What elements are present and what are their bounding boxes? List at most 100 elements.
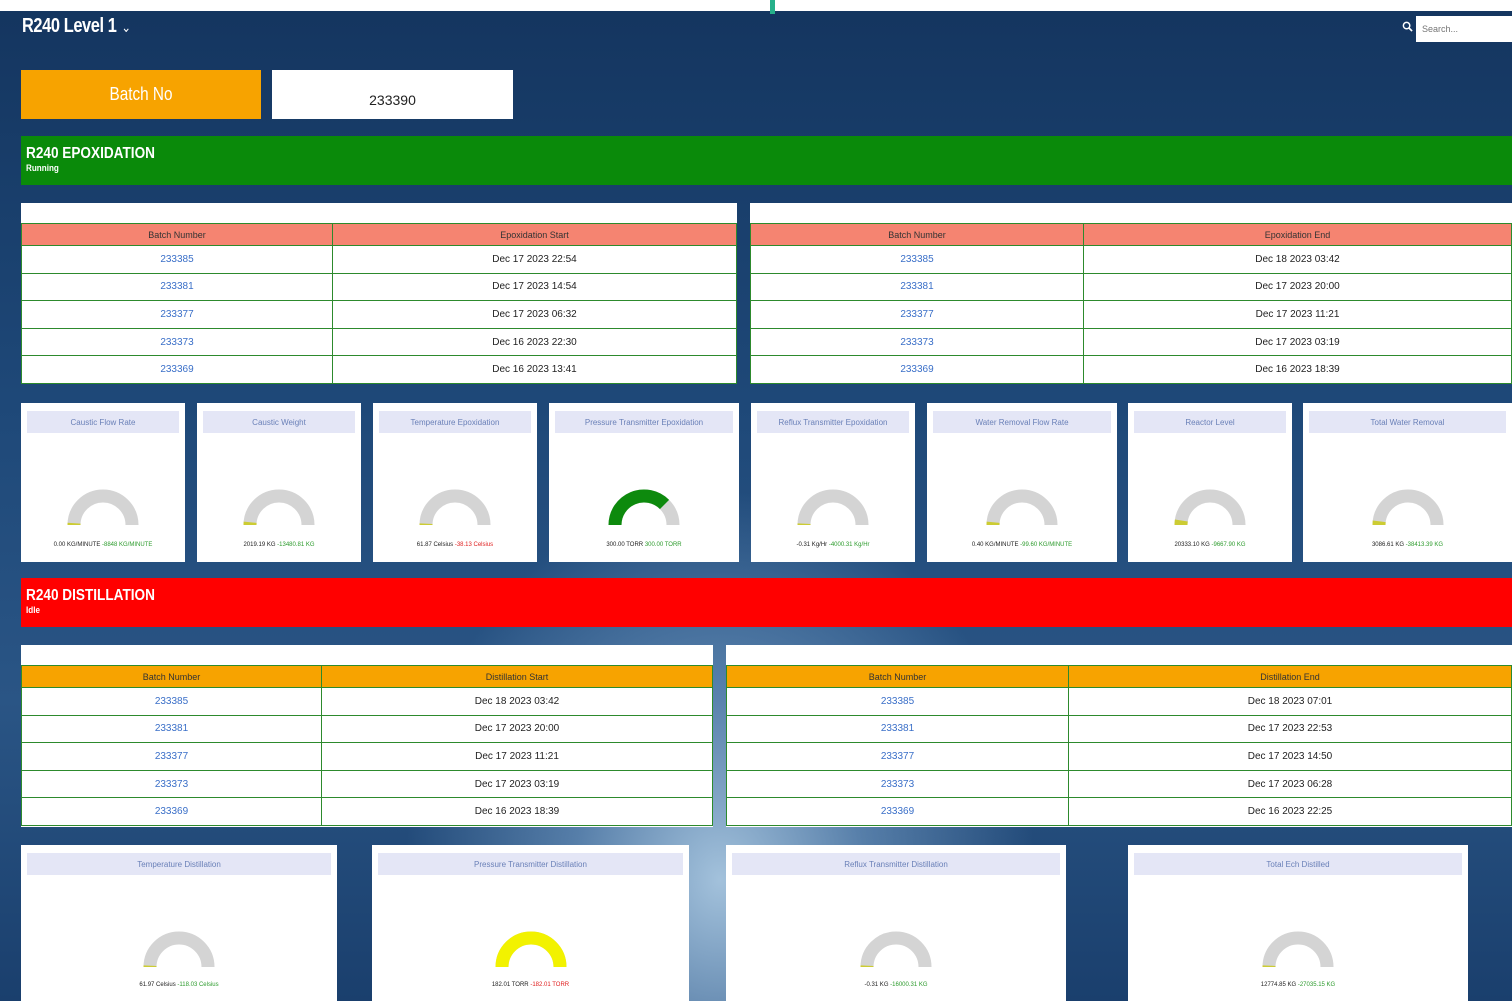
- column-header[interactable]: Distillation Start: [321, 665, 713, 688]
- epoxidation-start-table: Batch Number Epoxidation Start 233385 Dec…: [21, 223, 737, 384]
- batch-number-link[interactable]: 233377: [21, 742, 322, 771]
- timestamp-cell: Dec 18 2023 03:42: [321, 687, 713, 716]
- gauge-card[interactable]: Total Water Removal 3086.61 KG -38413.39 …: [1303, 403, 1512, 562]
- gauge-title: Water Removal Flow Rate: [933, 411, 1111, 433]
- table-row: 233377 Dec 17 2023 06:32: [21, 300, 737, 329]
- column-header[interactable]: Epoxidation Start: [332, 223, 737, 246]
- chevron-down-icon: ⌄: [121, 19, 131, 35]
- gauge-title: Temperature Distillation: [27, 853, 331, 875]
- batch-number-link[interactable]: 233377: [750, 300, 1084, 329]
- table-row: 233381 Dec 17 2023 14:54: [21, 272, 737, 302]
- gauge-dial: [495, 931, 566, 968]
- gauge-card[interactable]: Reflux Transmitter Distillation -0.31 KG …: [726, 845, 1066, 1001]
- column-header[interactable]: Epoxidation End: [1083, 223, 1512, 246]
- timestamp-cell: Dec 18 2023 03:42: [1083, 245, 1512, 274]
- timestamp-cell: Dec 16 2023 22:30: [332, 327, 737, 357]
- gauge-card[interactable]: Caustic Weight 2019.19 KG -13480.81 KG: [197, 403, 361, 562]
- gauge-delta: -4000.31 Kg/Hr: [828, 542, 870, 548]
- gauge-value: 300.00 TORR: [606, 542, 644, 548]
- gauge-reading: 61.97 Celsius -118.03 Celsius: [21, 982, 337, 988]
- gauge-track: [1372, 489, 1443, 526]
- batch-number-link[interactable]: 233377: [21, 300, 333, 329]
- batch-number-link[interactable]: 233381: [726, 714, 1069, 744]
- gauge-dial: [860, 931, 932, 968]
- timestamp-cell: Dec 16 2023 18:39: [321, 797, 713, 826]
- gauge-value: 3086.61 KG: [1371, 542, 1404, 548]
- gauge-track: [143, 931, 215, 968]
- gauge-card[interactable]: Temperature Distillation 61.97 Celsius -1…: [21, 845, 337, 1001]
- batch-number-link[interactable]: 233369: [726, 797, 1069, 826]
- batch-no-value[interactable]: 233390: [272, 70, 513, 119]
- batch-number-link[interactable]: 233381: [750, 272, 1084, 302]
- gauge-delta: -182.01 TORR: [530, 982, 570, 988]
- gauge-title: Total Water Removal: [1309, 411, 1506, 433]
- distillation-start-table: Batch Number Distillation Start 233385 De…: [21, 665, 713, 826]
- gauge-value: 12774.85 KG: [1260, 982, 1297, 988]
- gauge-dial: [1372, 489, 1443, 526]
- batch-number-link[interactable]: 233377: [726, 742, 1069, 771]
- table-row: 233373 Dec 16 2023 22:30: [21, 327, 737, 357]
- gauge-reading: 0.00 KG/MINUTE -8848 KG/MINUTE: [21, 542, 185, 548]
- batch-number-link[interactable]: 233369: [21, 797, 322, 826]
- table-row: 233385 Dec 17 2023 22:54: [21, 245, 737, 274]
- search-icon[interactable]: [1402, 21, 1413, 32]
- batch-number-link[interactable]: 233385: [750, 245, 1084, 274]
- gauge-card[interactable]: Total Ech Distilled 12774.85 KG -27035.15…: [1128, 845, 1468, 1001]
- batch-number-link[interactable]: 233373: [726, 769, 1069, 799]
- gauge-title: Total Ech Distilled: [1134, 853, 1462, 875]
- search-input[interactable]: [1416, 16, 1512, 42]
- dashboard-title: R240 Level 1: [22, 15, 117, 37]
- table-row: 233373 Dec 17 2023 03:19: [21, 769, 713, 799]
- table-row: 233369 Dec 16 2023 22:25: [726, 797, 1512, 826]
- table-row: 233381 Dec 17 2023 20:00: [750, 272, 1512, 302]
- column-header[interactable]: Batch Number: [750, 223, 1084, 246]
- timestamp-cell: Dec 17 2023 22:53: [1068, 714, 1512, 744]
- gauge-value: 182.01 TORR: [491, 982, 529, 988]
- search-bar: [1398, 16, 1512, 42]
- table-row: 233369 Dec 16 2023 13:41: [21, 355, 737, 384]
- column-header[interactable]: Batch Number: [21, 665, 322, 688]
- gauge-card[interactable]: Temperature Epoxidation 61.87 Celsius -38…: [373, 403, 537, 562]
- timestamp-cell: Dec 17 2023 22:54: [332, 245, 737, 274]
- batch-number-link[interactable]: 233385: [21, 687, 322, 716]
- epoxidation-end-panel: Batch Number Epoxidation End 233385 Dec 1…: [750, 203, 1512, 384]
- timestamp-cell: Dec 16 2023 13:41: [332, 355, 737, 384]
- gauge-track: [67, 489, 139, 526]
- table-row: 233385 Dec 18 2023 07:01: [726, 687, 1512, 716]
- epoxidation-title: R240 EPOXIDATION: [26, 145, 155, 162]
- column-header[interactable]: Batch Number: [21, 223, 333, 246]
- batch-number-link[interactable]: 233369: [21, 355, 333, 384]
- batch-number-link[interactable]: 233373: [750, 327, 1084, 357]
- distillation-status: Idle: [26, 605, 40, 615]
- column-header[interactable]: Batch Number: [726, 665, 1069, 688]
- gauge-title: Reactor Level: [1134, 411, 1286, 433]
- gauge-card[interactable]: Pressure Transmitter Epoxidation 300.00 T…: [549, 403, 739, 562]
- batch-number-link[interactable]: 233373: [21, 327, 333, 357]
- column-header[interactable]: Distillation End: [1068, 665, 1512, 688]
- gauge-reading: -0.31 KG -16000.31 KG: [726, 982, 1066, 988]
- batch-number-link[interactable]: 233369: [750, 355, 1084, 384]
- batch-number-link[interactable]: 233373: [21, 769, 322, 799]
- gauge-card[interactable]: Pressure Transmitter Distillation 182.01 …: [372, 845, 689, 1001]
- gauge-dial: [608, 489, 680, 526]
- batch-number-link[interactable]: 233385: [21, 245, 333, 274]
- gauge-value: -0.31 Kg/Hr: [796, 542, 828, 548]
- gauge-card[interactable]: Water Removal Flow Rate 0.40 KG/MINUTE -9…: [927, 403, 1117, 562]
- top-marker: [770, 0, 775, 14]
- dashboard-title-dropdown[interactable]: R240 Level 1 ⌄: [22, 15, 131, 38]
- gauge-card[interactable]: Reflux Transmitter Epoxidation -0.31 Kg/H…: [751, 403, 915, 562]
- batch-number-link[interactable]: 233385: [726, 687, 1069, 716]
- table-row: 233373 Dec 17 2023 03:19: [750, 327, 1512, 357]
- table-row: 233369 Dec 16 2023 18:39: [750, 355, 1512, 384]
- gauge-card[interactable]: Reactor Level 20333.10 KG -9667.90 KG: [1128, 403, 1292, 562]
- batch-number-link[interactable]: 233381: [21, 714, 322, 744]
- gauge-card[interactable]: Caustic Flow Rate 0.00 KG/MINUTE -8848 KG…: [21, 403, 185, 562]
- gauge-dial: [67, 489, 139, 526]
- gauge-track: [243, 489, 315, 526]
- batch-number-link[interactable]: 233381: [21, 272, 333, 302]
- gauge-reading: 12774.85 KG -27035.15 KG: [1128, 982, 1468, 988]
- gauge-delta: -38.13 Celsius: [454, 542, 494, 548]
- gauge-title: Pressure Transmitter Epoxidation: [555, 411, 733, 433]
- timestamp-cell: Dec 17 2023 11:21: [321, 742, 713, 771]
- epoxidation-end-table: Batch Number Epoxidation End 233385 Dec 1…: [750, 223, 1512, 384]
